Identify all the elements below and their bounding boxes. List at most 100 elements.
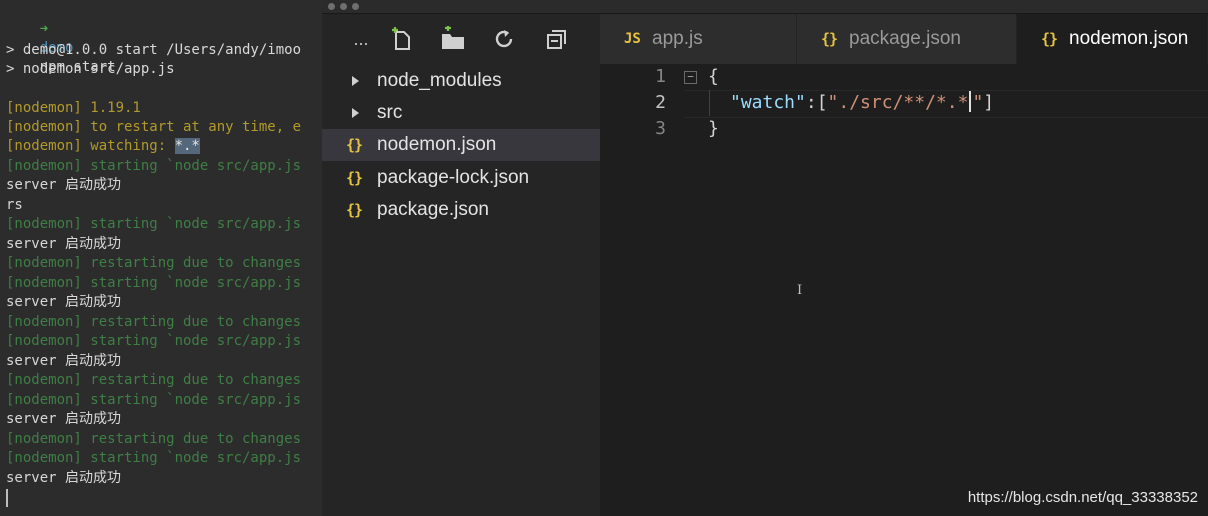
mouse-ibeam-cursor: I bbox=[797, 283, 803, 298]
terminal-line-text: rs bbox=[6, 197, 23, 213]
terminal-line-text: [nodemon] starting `node src/app.js bbox=[6, 450, 302, 466]
new-file-icon[interactable] bbox=[386, 24, 416, 54]
line-number: 1 bbox=[655, 66, 666, 87]
window-close-button[interactable] bbox=[328, 3, 335, 10]
terminal-output-line: server 启动成功 bbox=[6, 176, 121, 195]
tree-item-node-modules[interactable]: node_modules bbox=[322, 65, 600, 97]
terminal-output-line: [nodemon] restarting due to changes bbox=[6, 313, 301, 332]
terminal-output-line: server 启动成功 bbox=[6, 352, 121, 371]
window-minimize-button[interactable] bbox=[340, 3, 347, 10]
terminal-output-line: rs bbox=[6, 196, 23, 215]
terminal-output-line: [nodemon] watching: *.* bbox=[6, 137, 200, 156]
code-line-2: "watch":["./src/**/*.* "] bbox=[730, 90, 994, 116]
terminal-line-text: [nodemon] restarting due to changes bbox=[6, 314, 302, 330]
line-number: 3 bbox=[655, 118, 666, 139]
terminal-output-line: [nodemon] restarting due to changes bbox=[6, 430, 301, 449]
tab-nodemon-json[interactable]: {} nodemon.json bbox=[1017, 14, 1208, 64]
prompt-arrow-icon: ➜ bbox=[39, 21, 49, 37]
chevron-right-icon[interactable] bbox=[352, 76, 359, 86]
tab-package-json[interactable]: {} package.json bbox=[797, 14, 1017, 64]
watermark: https://blog.csdn.net/qq_33338352 bbox=[967, 489, 1198, 506]
terminal-output-line: [nodemon] starting `node src/app.js bbox=[6, 215, 301, 234]
json-file-icon: {} bbox=[1041, 30, 1058, 48]
indent-guide bbox=[709, 90, 710, 116]
json-punctuation: :[ bbox=[805, 92, 828, 113]
tree-item-label: src bbox=[377, 102, 403, 123]
terminal-output-line: [nodemon] starting `node src/app.js bbox=[6, 391, 301, 410]
terminal-line-text: > nodemon src/app.js bbox=[6, 61, 175, 77]
tab-app-js[interactable]: JS app.js bbox=[600, 14, 797, 64]
terminal-output-line: [nodemon] starting `node src/app.js bbox=[6, 449, 301, 468]
terminal-output-line: server 启动成功 bbox=[6, 293, 121, 312]
js-file-icon: JS bbox=[624, 31, 641, 47]
code-line-1: { bbox=[708, 66, 719, 87]
terminal-output-line: [nodemon] starting `node src/app.js bbox=[6, 274, 301, 293]
tree-item-nodemon-json[interactable]: {} nodemon.json bbox=[322, 129, 600, 161]
json-key: "watch" bbox=[730, 92, 806, 113]
terminal-output-line: [nodemon] starting `node src/app.js bbox=[6, 157, 301, 176]
terminal-prompt-line: ➜ demo npm start bbox=[6, 1, 116, 75]
terminal-line-text: [nodemon] starting `node src/app.js bbox=[6, 216, 302, 232]
terminal-output-line: [nodemon] restarting due to changes bbox=[6, 371, 301, 390]
terminal-panel[interactable]: ➜ demo npm start > demo@1.0.0 start /Use… bbox=[0, 0, 322, 516]
code-editor[interactable]: − 1 2 3 { "watch":["./src/**/*.* "] } I bbox=[600, 64, 1208, 516]
tree-item-label: node_modules bbox=[377, 70, 502, 91]
terminal-cursor bbox=[6, 489, 8, 507]
terminal-line-text: server 启动成功 bbox=[6, 353, 122, 369]
json-file-icon: {} bbox=[346, 169, 363, 187]
json-file-icon: {} bbox=[346, 201, 363, 219]
tab-label: package.json bbox=[849, 28, 961, 49]
terminal-line-text: [nodemon] restarting due to changes bbox=[6, 431, 302, 447]
explorer-toolbar: ... bbox=[322, 14, 600, 64]
terminal-line-text: [nodemon] to restart at any time, e bbox=[6, 119, 302, 135]
terminal-output-line: > nodemon src/app.js bbox=[6, 60, 175, 79]
window-titlebar bbox=[322, 0, 1208, 14]
terminal-line-text: [nodemon] restarting due to changes bbox=[6, 372, 302, 388]
terminal-output-line: server 启动成功 bbox=[6, 410, 121, 429]
collapse-all-icon[interactable] bbox=[542, 24, 572, 54]
terminal-line-text: server 启动成功 bbox=[6, 470, 122, 486]
tree-item-label: package-lock.json bbox=[377, 167, 530, 188]
code-line-3: } bbox=[708, 118, 719, 139]
fold-toggle-icon[interactable]: − bbox=[684, 71, 697, 84]
new-folder-icon[interactable] bbox=[438, 24, 468, 54]
terminal-output-line: server 启动成功 bbox=[6, 469, 121, 488]
tab-label: app.js bbox=[652, 28, 703, 49]
json-file-icon: {} bbox=[821, 30, 838, 48]
tree-item-src[interactable]: src bbox=[322, 97, 600, 129]
json-string-end: " bbox=[972, 92, 984, 113]
tree-item-label: nodemon.json bbox=[377, 134, 497, 155]
file-explorer: ... node_modulessrc {} nodemon.json {} packa… bbox=[322, 14, 600, 516]
terminal-line-text: [nodemon] starting `node src/app.js bbox=[6, 392, 302, 408]
json-file-icon: {} bbox=[346, 136, 363, 154]
chevron-right-icon[interactable] bbox=[352, 108, 359, 118]
terminal-output-line: server 启动成功 bbox=[6, 235, 121, 254]
editor-window: ... node_modulessrc {} nodemon.json {} packa… bbox=[322, 0, 1208, 516]
terminal-line-text: [nodemon] starting `node src/app.js bbox=[6, 158, 302, 174]
tab-label: nodemon.json bbox=[1069, 28, 1189, 49]
more-actions-button[interactable]: ... bbox=[346, 24, 376, 54]
terminal-line-text: server 启动成功 bbox=[6, 294, 122, 310]
refresh-icon[interactable] bbox=[489, 24, 519, 54]
terminal-line-text: [nodemon] watching: bbox=[6, 138, 175, 154]
terminal-output-line: [nodemon] to restart at any time, e bbox=[6, 118, 301, 137]
tree-item-package-json[interactable]: {} package.json bbox=[322, 194, 600, 226]
terminal-line-text: [nodemon] 1.19.1 bbox=[6, 100, 141, 116]
terminal-line-text: [nodemon] starting `node src/app.js bbox=[6, 333, 302, 349]
watch-pattern-highlight: *.* bbox=[174, 138, 200, 154]
terminal-line-text: > demo@1.0.0 start /Users/andy/imoo bbox=[6, 42, 302, 58]
json-bracket: ] bbox=[983, 92, 995, 113]
tab-bar: JS app.js {} package.json {} nodemon.jso… bbox=[600, 14, 1208, 64]
terminal-output-line: [nodemon] starting `node src/app.js bbox=[6, 332, 301, 351]
terminal-output-line: > demo@1.0.0 start /Users/andy/imoo bbox=[6, 41, 301, 60]
terminal-line-text: server 启动成功 bbox=[6, 236, 122, 252]
terminal-line-text: [nodemon] restarting due to changes bbox=[6, 255, 302, 271]
terminal-line-text: [nodemon] starting `node src/app.js bbox=[6, 275, 302, 291]
tree-item-label: package.json bbox=[377, 199, 489, 220]
line-number: 2 bbox=[655, 92, 666, 113]
window-maximize-button[interactable] bbox=[352, 3, 359, 10]
tree-item-package-lock-json[interactable]: {} package-lock.json bbox=[322, 162, 600, 194]
json-string: "./src/**/*.* bbox=[827, 92, 969, 113]
terminal-output-line: [nodemon] restarting due to changes bbox=[6, 254, 301, 273]
terminal-line-text: server 启动成功 bbox=[6, 177, 122, 193]
